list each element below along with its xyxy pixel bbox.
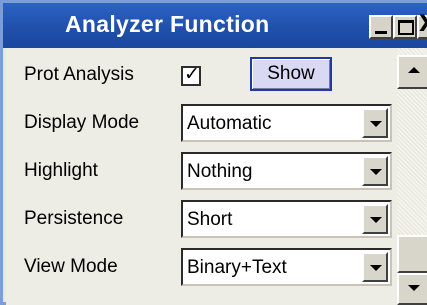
close-glyph: X: [419, 12, 427, 37]
persistence-value: Short: [187, 209, 233, 230]
show-button[interactable]: Show: [250, 57, 332, 91]
row-view-mode: View Mode Binary+Text: [6, 243, 397, 293]
scrollbar-thumb[interactable]: [397, 235, 427, 273]
display-mode-label: Display Mode: [24, 112, 140, 133]
analyzer-function-window: Analyzer Function X Prot Analysis ✓ Show…: [0, 0, 427, 305]
highlight-value: Nothing: [187, 161, 253, 182]
title-bar[interactable]: Analyzer Function X: [3, 3, 427, 48]
minimize-icon[interactable]: [369, 15, 393, 39]
close-icon[interactable]: X: [417, 12, 427, 39]
row-highlight: Highlight Nothing: [6, 147, 397, 197]
chevron-down-icon[interactable]: [362, 204, 388, 234]
view-mode-label: View Mode: [24, 256, 118, 277]
prot-analysis-label: Prot Analysis: [24, 64, 134, 85]
row-persistence: Persistence Short: [6, 195, 397, 245]
view-mode-select[interactable]: Binary+Text: [181, 248, 392, 286]
persistence-label: Persistence: [24, 208, 124, 229]
checkmark-icon: ✓: [184, 63, 200, 85]
row-display-mode: Display Mode Automatic: [6, 99, 397, 149]
view-mode-value: Binary+Text: [187, 257, 287, 278]
maximize-icon[interactable]: [393, 15, 417, 39]
row-prot-analysis: Prot Analysis ✓ Show: [6, 51, 397, 101]
settings-panel: Prot Analysis ✓ Show Display Mode Automa…: [6, 48, 397, 305]
chevron-down-icon[interactable]: [362, 156, 388, 186]
highlight-label: Highlight: [24, 160, 98, 181]
window-title: Analyzer Function: [65, 11, 270, 37]
highlight-select[interactable]: Nothing: [181, 152, 392, 190]
persistence-select[interactable]: Short: [181, 200, 392, 238]
chevron-down-icon[interactable]: [362, 108, 388, 138]
display-mode-value: Automatic: [187, 113, 272, 134]
vertical-scrollbar[interactable]: [397, 48, 427, 305]
chevron-down-icon[interactable]: [362, 252, 388, 282]
prot-analysis-checkbox[interactable]: ✓: [181, 63, 201, 86]
display-mode-select[interactable]: Automatic: [181, 104, 392, 142]
scroll-down-arrow-icon[interactable]: [397, 273, 427, 305]
scroll-up-arrow-icon[interactable]: [397, 55, 427, 89]
